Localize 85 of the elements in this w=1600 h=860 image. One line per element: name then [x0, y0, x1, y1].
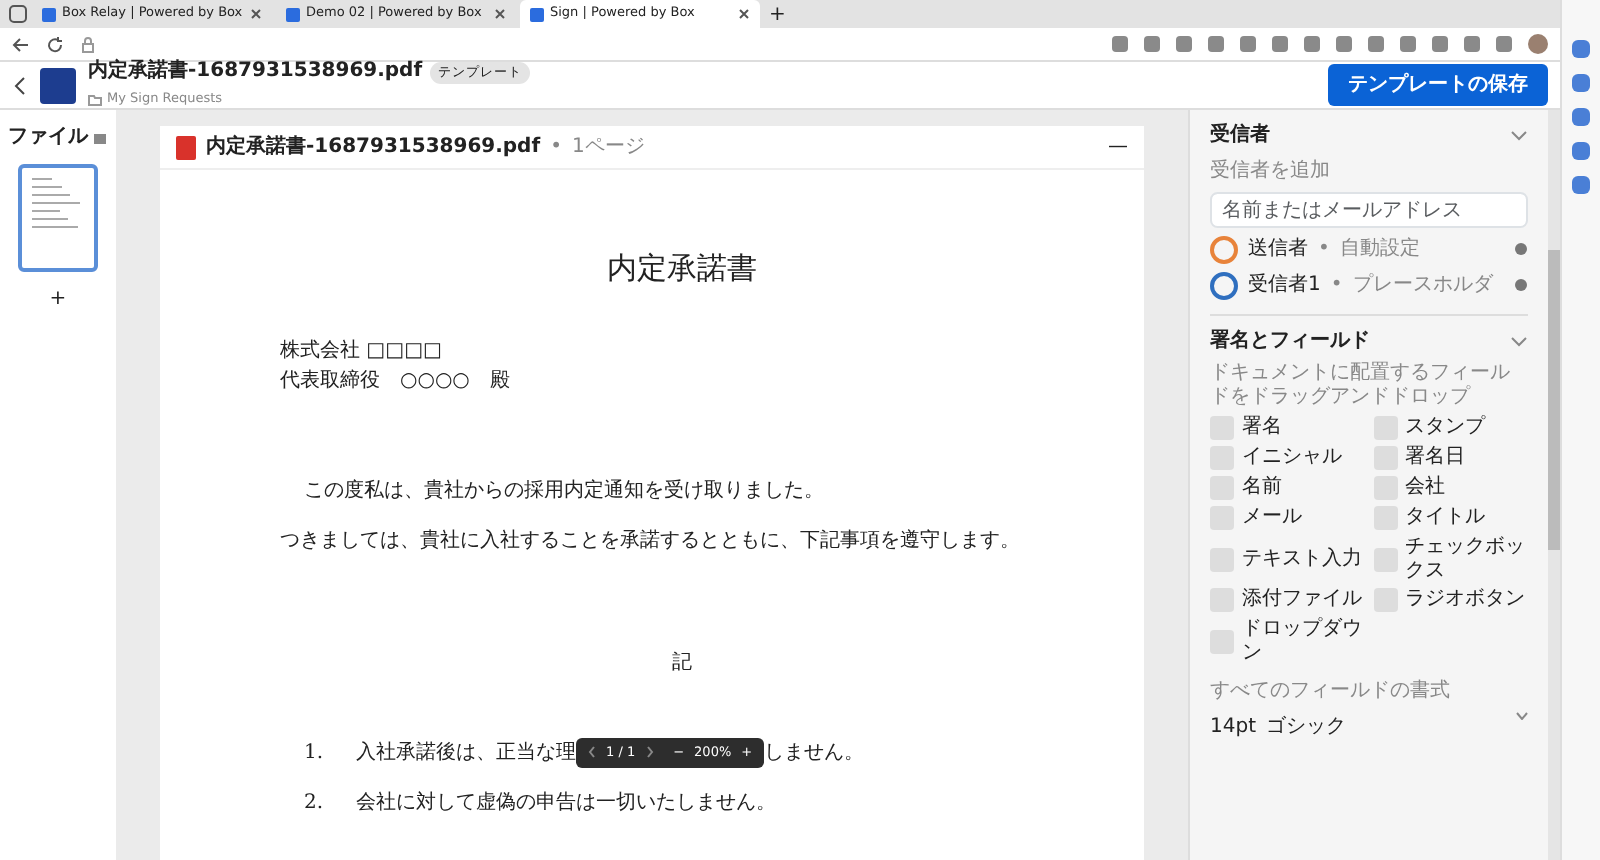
field-type-label[interactable]: スタンプ	[1405, 416, 1485, 440]
section-heading: 記	[670, 649, 694, 677]
separator-dot: •	[1318, 236, 1330, 264]
document-icon	[40, 67, 76, 103]
reload-icon[interactable]	[46, 35, 64, 53]
settings-icon[interactable]	[1514, 242, 1528, 256]
field-type-icon	[1210, 629, 1234, 653]
field-type-icon	[1210, 446, 1234, 470]
body-text: この度私は、貴社からの採用内定通知を受け取りました。	[302, 477, 826, 505]
list-text: 入社承諾後は、正当な理	[356, 739, 576, 768]
field-type-icon	[1373, 506, 1397, 530]
page-thumbnail[interactable]	[18, 164, 98, 272]
section-title: 受信者	[1210, 121, 1270, 150]
pdf-file-icon	[176, 135, 196, 159]
lock-icon	[80, 35, 96, 53]
field-type-label[interactable]: 添付ファイル	[1242, 588, 1362, 612]
field-type-label[interactable]: テキスト入力	[1242, 547, 1362, 571]
recipient-name: 受信者1	[1248, 271, 1321, 300]
field-type-label[interactable]: 会社	[1405, 476, 1445, 500]
list-text: しません。	[764, 739, 865, 768]
field-type-icon	[1210, 506, 1234, 530]
addressee-line: 株式会社 □□□□	[280, 337, 444, 365]
separator-dot: •	[550, 134, 562, 162]
field-type-label[interactable]: ラジオボタン	[1405, 588, 1525, 612]
files-heading: ファイル	[7, 124, 88, 152]
recipient-role: プレースホルダ	[1352, 271, 1496, 300]
previous-icon[interactable]	[588, 746, 596, 759]
field-type-icon	[1373, 588, 1397, 612]
field-type-icon	[1210, 547, 1234, 571]
favicon-icon	[286, 7, 300, 21]
scrollbar[interactable]	[1548, 110, 1560, 860]
recipient-input[interactable]: 名前またはメールアドレス	[1210, 192, 1528, 228]
recipient-role: 自動設定	[1339, 235, 1422, 264]
settings-icon[interactable]	[1514, 278, 1528, 292]
body-text: つきましては、貴社に入社することを承諾するとともに、下記事項を遵守します。	[280, 527, 1022, 555]
recipient-name: 送信者	[1248, 235, 1308, 264]
add-file-button[interactable]: +	[49, 284, 67, 314]
field-label: すべてのフィールドの書式	[1210, 677, 1452, 705]
new-tab-button[interactable]: +	[764, 0, 791, 28]
field-label: 受信者を追加	[1210, 157, 1332, 186]
list-number: 2.	[304, 790, 326, 819]
caret-icon[interactable]	[1516, 711, 1528, 719]
next-icon[interactable]	[645, 746, 654, 759]
field-type-icon	[1373, 547, 1397, 571]
close-icon[interactable]	[494, 8, 506, 20]
menu-button[interactable]: —	[1108, 132, 1128, 162]
field-type-label[interactable]: 署名	[1242, 416, 1282, 440]
document-title: 内定承諾書-1687931538969.pdf	[88, 62, 423, 83]
close-icon[interactable]	[738, 8, 750, 20]
font-select[interactable]: ゴシック	[1266, 711, 1346, 741]
font-size-select[interactable]: 14pt	[1210, 711, 1256, 741]
field-type-label[interactable]: 名前	[1242, 476, 1282, 500]
list-number: 1.	[304, 739, 326, 768]
close-icon[interactable]	[250, 8, 262, 20]
field-type-icon	[1373, 476, 1397, 500]
field-type-icon	[1373, 416, 1397, 440]
collapse-icon[interactable]	[1510, 335, 1528, 347]
help-text: ドキュメントに配置するフィールドをドラッグアンドドロップ	[1210, 362, 1512, 410]
back-icon[interactable]	[12, 75, 28, 95]
field-type-label[interactable]: チェックボックス	[1405, 536, 1528, 582]
favicon-icon	[530, 7, 544, 21]
back-icon[interactable]	[12, 35, 30, 53]
page-count: 1ページ	[571, 134, 645, 162]
panel-icon[interactable]	[92, 129, 109, 145]
field-type-icon	[1210, 588, 1234, 612]
field-type-label[interactable]: イニシャル	[1242, 446, 1342, 470]
field-type-label[interactable]: メール	[1242, 506, 1302, 530]
field-type-label[interactable]: タイトル	[1405, 506, 1485, 530]
tab-actions-icon[interactable]	[8, 0, 28, 28]
save-template-button[interactable]: テンプレートの保存	[1328, 64, 1548, 106]
file-name: 内定承諾書-1687931538969.pdf	[206, 132, 541, 162]
list-text: 会社に対して虚偽の申告は一切いたしません。	[356, 789, 776, 819]
section-title: 署名とフィールド	[1210, 327, 1370, 356]
document-heading: 内定承諾書	[605, 248, 759, 290]
folder-icon	[88, 93, 102, 106]
addressee-line: 代表取締役 ○○○○ 殿	[280, 367, 512, 395]
favicon-icon	[42, 7, 56, 21]
field-type-label[interactable]: ドロップダウン	[1242, 618, 1365, 664]
field-type-icon	[1210, 416, 1234, 440]
avatar-icon[interactable]	[1528, 34, 1548, 54]
separator-dot: •	[1330, 272, 1343, 300]
field-type-icon	[1210, 476, 1234, 500]
field-type-icon	[1373, 446, 1397, 470]
collapse-icon[interactable]	[1510, 129, 1528, 141]
field-type-label[interactable]: 署名日	[1405, 446, 1465, 470]
